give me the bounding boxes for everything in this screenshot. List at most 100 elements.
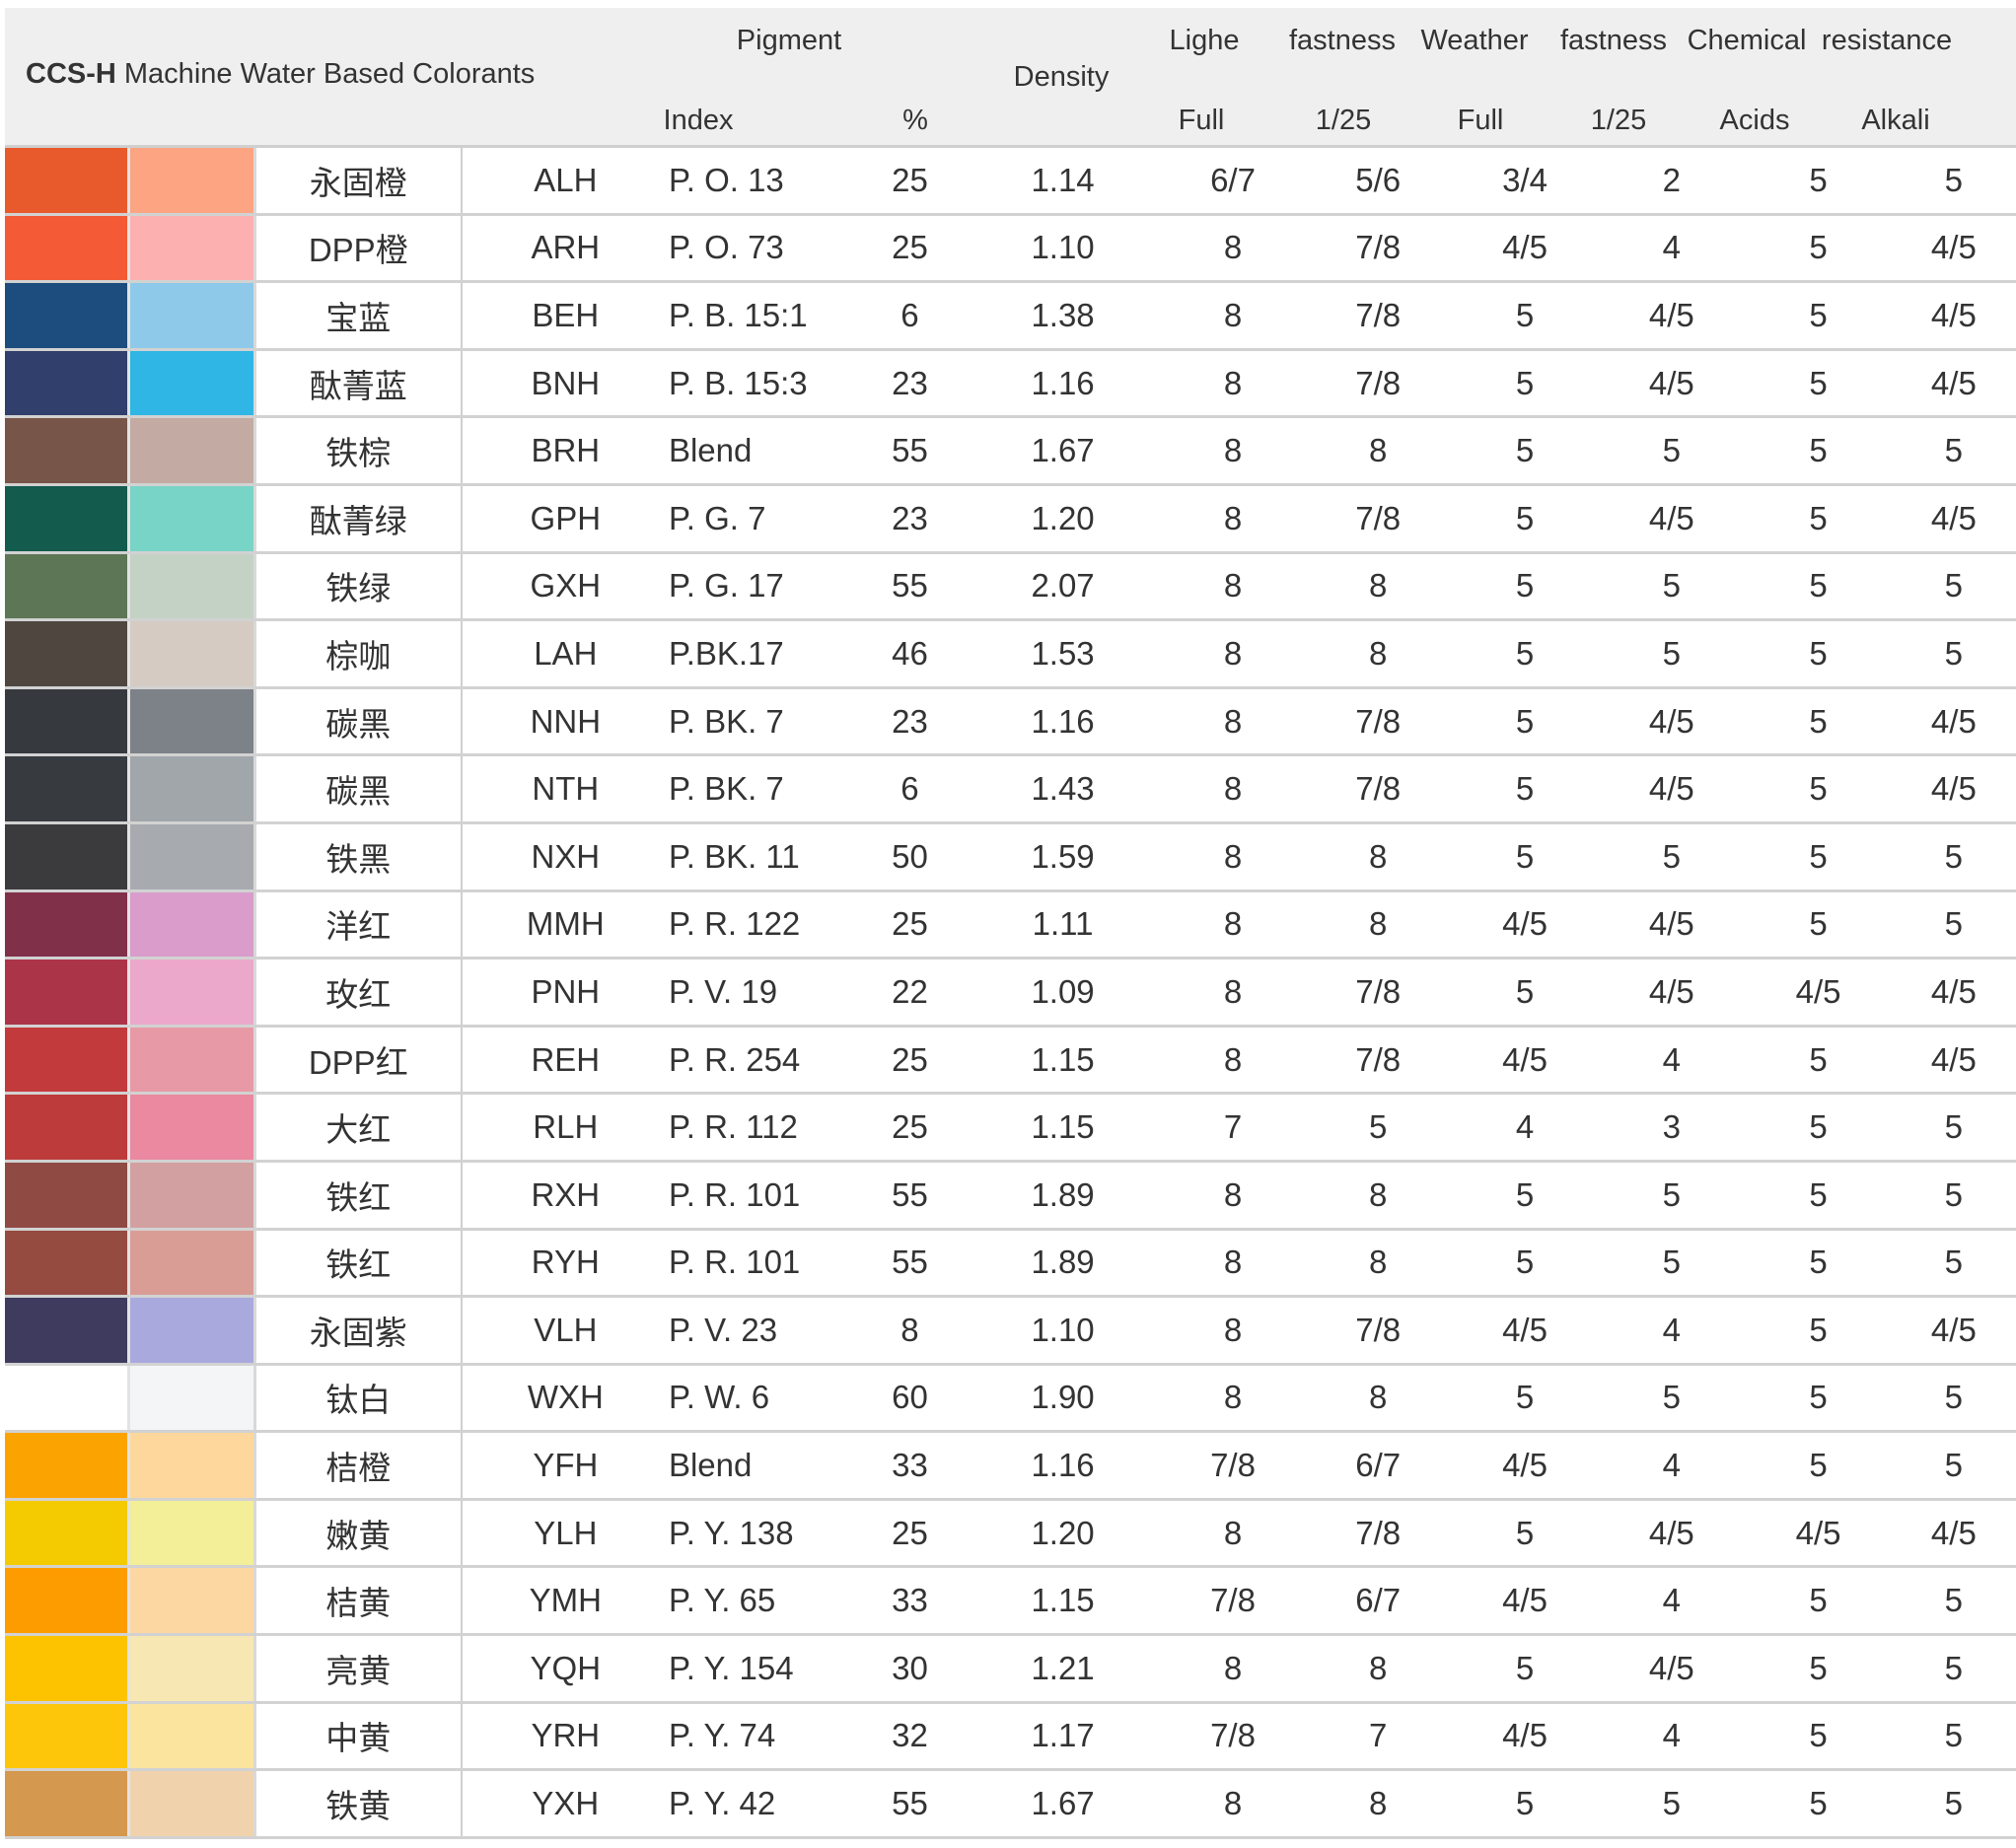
density-value: 1.89 xyxy=(964,1229,1162,1299)
title-product-code: CCS-H xyxy=(26,58,116,90)
header-weather-ratio: 1/25 xyxy=(1590,105,1647,136)
pigment-percent: 25 xyxy=(855,148,965,216)
weather-fastness-full: 5 xyxy=(1451,619,1599,689)
alkali-resistance: 4/5 xyxy=(1891,281,2016,351)
colorant-code: BEH xyxy=(461,281,669,351)
pigment-index: P. R. 122 xyxy=(668,890,856,960)
density-value: 1.20 xyxy=(964,1499,1162,1569)
pigment-index: P. V. 19 xyxy=(668,958,856,1028)
table-row: 桔黄 YMH P. Y. 65 33 1.15 7/8 6/7 4/5 4 5 5 xyxy=(5,1566,2016,1637)
alkali-resistance: 5 xyxy=(1891,1431,2016,1501)
alkali-resistance: 5 xyxy=(1891,1566,2016,1637)
weather-fastness-full: 5 xyxy=(1451,822,1599,892)
pigment-percent: 25 xyxy=(855,890,965,960)
table-row: DPP红 REH P. R. 254 25 1.15 8 7/8 4/5 4 5 4/5 xyxy=(5,1026,2016,1096)
pigment-index: P. O. 73 xyxy=(668,214,856,284)
chinese-name: 碳黑 xyxy=(254,687,463,757)
acid-resistance: 5 xyxy=(1745,552,1892,622)
weather-fastness-ratio: 2 xyxy=(1598,148,1746,216)
colorant-code: ALH xyxy=(461,148,669,216)
header-acids: Acids xyxy=(1719,105,1790,136)
header-density: Density xyxy=(1013,61,1110,93)
light-fastness-full: 8 xyxy=(1161,619,1305,689)
full-shade-swatch xyxy=(5,281,130,351)
light-fastness-full: 8 xyxy=(1161,214,1305,284)
header-weather: Weather xyxy=(1420,25,1529,56)
light-fastness-ratio: 7/8 xyxy=(1304,484,1452,554)
density-value: 1.90 xyxy=(964,1364,1162,1434)
alkali-resistance: 4/5 xyxy=(1891,349,2016,419)
alkali-resistance: 5 xyxy=(1891,1161,2016,1231)
acid-resistance: 5 xyxy=(1745,687,1892,757)
colorant-code: REH xyxy=(461,1026,669,1096)
chinese-name: 洋红 xyxy=(254,890,463,960)
weather-fastness-full: 4/5 xyxy=(1451,1431,1599,1501)
weather-fastness-full: 5 xyxy=(1451,1364,1599,1434)
density-value: 1.11 xyxy=(964,890,1162,960)
density-value: 1.09 xyxy=(964,958,1162,1028)
table-row: 棕咖 LAH P.BK.17 46 1.53 8 8 5 5 5 5 xyxy=(5,619,2016,689)
light-fastness-ratio: 7 xyxy=(1304,1702,1452,1772)
density-value: 1.43 xyxy=(964,754,1162,824)
pigment-percent: 55 xyxy=(855,1161,965,1231)
colorant-code: BRH xyxy=(461,416,669,486)
tint-swatch xyxy=(128,1161,256,1231)
alkali-resistance: 4/5 xyxy=(1891,687,2016,757)
density-value: 1.16 xyxy=(964,1431,1162,1501)
pigment-index: P. W. 6 xyxy=(668,1364,856,1434)
weather-fastness-ratio: 4 xyxy=(1598,1296,1746,1366)
light-fastness-full: 6/7 xyxy=(1161,148,1305,216)
tint-swatch xyxy=(128,1026,256,1096)
density-value: 1.15 xyxy=(964,1566,1162,1637)
table-row: 永固紫 VLH P. V. 23 8 1.10 8 7/8 4/5 4 5 4/5 xyxy=(5,1296,2016,1366)
light-fastness-full: 8 xyxy=(1161,822,1305,892)
pigment-index: Blend xyxy=(668,1431,856,1501)
weather-fastness-ratio: 3 xyxy=(1598,1093,1746,1163)
chinese-name: 酞菁蓝 xyxy=(254,349,463,419)
full-shade-swatch xyxy=(5,484,130,554)
density-value: 2.07 xyxy=(964,552,1162,622)
pigment-index: P. BK. 11 xyxy=(668,822,856,892)
light-fastness-full: 7/8 xyxy=(1161,1702,1305,1772)
tint-swatch xyxy=(128,552,256,622)
tint-swatch xyxy=(128,1634,256,1704)
weather-fastness-full: 5 xyxy=(1451,281,1599,351)
alkali-resistance: 5 xyxy=(1891,822,2016,892)
tint-swatch xyxy=(128,1431,256,1501)
table-row: 钛白 WXH P. W. 6 60 1.90 8 8 5 5 5 5 xyxy=(5,1364,2016,1434)
full-shade-swatch xyxy=(5,552,130,622)
alkali-resistance: 5 xyxy=(1891,416,2016,486)
light-fastness-ratio: 7/8 xyxy=(1304,214,1452,284)
density-value: 1.16 xyxy=(964,349,1162,419)
colorant-code: YRH xyxy=(461,1702,669,1772)
colorant-code: NNH xyxy=(461,687,669,757)
tint-swatch xyxy=(128,148,256,216)
pigment-percent: 30 xyxy=(855,1634,965,1704)
header-weather-fastness: fastness xyxy=(1560,25,1667,56)
pigment-percent: 50 xyxy=(855,822,965,892)
pigment-index: P. B. 15:1 xyxy=(668,281,856,351)
pigment-index: P. R. 101 xyxy=(668,1229,856,1299)
weather-fastness-full: 5 xyxy=(1451,1634,1599,1704)
weather-fastness-ratio: 4/5 xyxy=(1598,890,1746,960)
colorant-code: VLH xyxy=(461,1296,669,1366)
light-fastness-full: 8 xyxy=(1161,281,1305,351)
full-shade-swatch xyxy=(5,1161,130,1231)
alkali-resistance: 5 xyxy=(1891,1093,2016,1163)
weather-fastness-full: 5 xyxy=(1451,1161,1599,1231)
pigment-percent: 8 xyxy=(855,1296,965,1366)
density-value: 1.59 xyxy=(964,822,1162,892)
chinese-name: DPP橙 xyxy=(254,214,463,284)
weather-fastness-full: 5 xyxy=(1451,484,1599,554)
weather-fastness-full: 4 xyxy=(1451,1093,1599,1163)
density-value: 1.67 xyxy=(964,1769,1162,1839)
sheet-title: CCS-H Machine Water Based Colorants xyxy=(26,58,535,91)
alkali-resistance: 4/5 xyxy=(1891,754,2016,824)
density-value: 1.16 xyxy=(964,687,1162,757)
weather-fastness-ratio: 5 xyxy=(1598,822,1746,892)
acid-resistance: 4/5 xyxy=(1745,1499,1892,1569)
weather-fastness-full: 5 xyxy=(1451,687,1599,757)
density-value: 1.20 xyxy=(964,484,1162,554)
acid-resistance: 5 xyxy=(1745,1364,1892,1434)
table-row: 桔橙 YFH Blend 33 1.16 7/8 6/7 4/5 4 5 5 xyxy=(5,1431,2016,1501)
